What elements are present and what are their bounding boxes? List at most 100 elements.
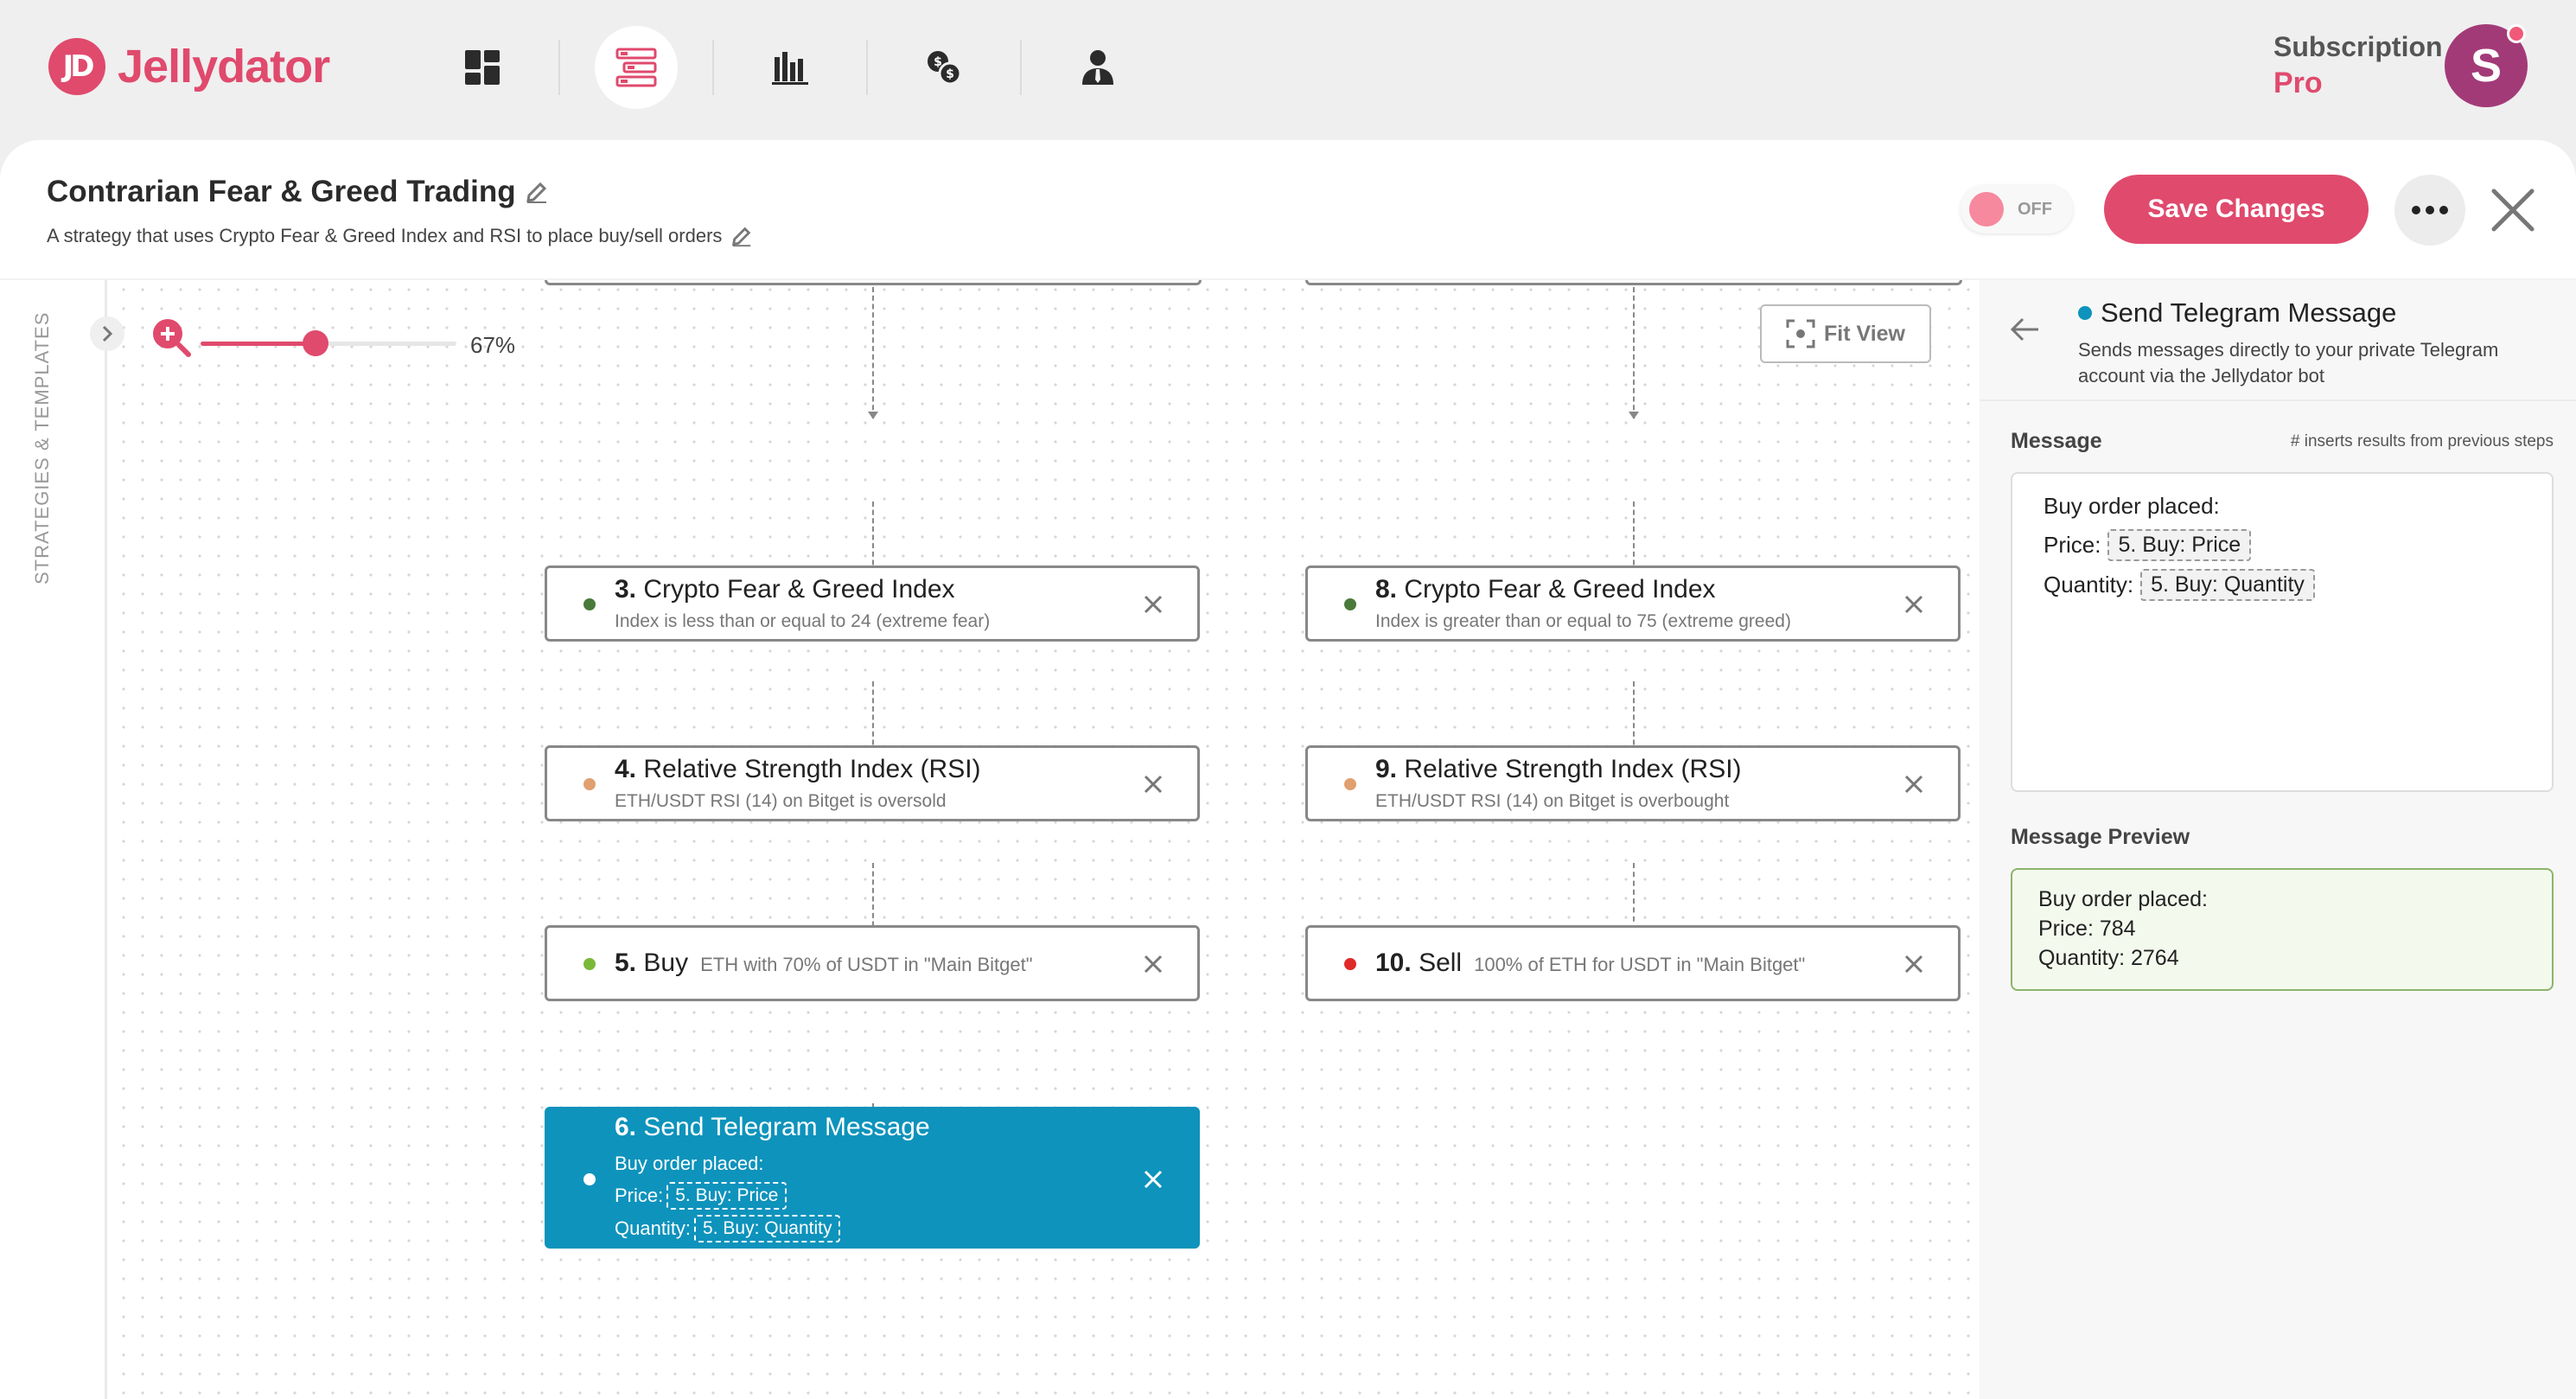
- node-status-dot: [2078, 306, 2092, 320]
- nav-exchange[interactable]: $ $: [902, 26, 985, 109]
- delete-node-button[interactable]: [1903, 953, 1925, 975]
- subscription-plan: Pro: [2273, 67, 2323, 99]
- preview-line: Buy order placed:: [2038, 887, 2208, 911]
- fit-view-button[interactable]: Fit View: [1760, 304, 1931, 363]
- node-title: 8. Crypto Fear & Greed Index: [1375, 575, 1716, 604]
- message-line: Price: 5. Buy: Price: [2044, 529, 2252, 561]
- connector: [1633, 287, 1635, 418]
- app-logo[interactable]: JD Jellydator: [48, 38, 330, 95]
- node-subtitle: Index is greater than or equal to 75 (ex…: [1375, 611, 1791, 631]
- node-status-dot: [1344, 598, 1356, 610]
- delete-node-button[interactable]: [1903, 593, 1925, 616]
- more-icon: [2412, 206, 2448, 214]
- zoom-slider-track[interactable]: [201, 342, 456, 346]
- strategy-node-3[interactable]: 3. Crypto Fear & Greed Index Index is le…: [545, 565, 1200, 642]
- strategy-enable-toggle[interactable]: OFF: [1961, 185, 2073, 233]
- node-title: 5. Buy ETH with 70% of USDT in "Main Bitg…: [615, 949, 1033, 977]
- nav-analytics[interactable]: [749, 26, 832, 109]
- close-icon: [1904, 595, 1923, 614]
- sidebar-label: STRATEGIES & TEMPLATES: [31, 311, 53, 585]
- connector-arrow: [868, 412, 878, 419]
- strategy-description[interactable]: A strategy that uses Crypto Fear & Greed…: [47, 225, 753, 247]
- strategy-editor: Contrarian Fear & Greed Trading A strate…: [0, 140, 2576, 1399]
- variable-chip: 5. Buy: Quantity: [694, 1215, 841, 1242]
- previous-node-edge: [545, 280, 1202, 285]
- delete-node-button[interactable]: [1142, 593, 1164, 616]
- fit-view-icon: [1786, 319, 1815, 348]
- edit-title-icon[interactable]: [525, 180, 549, 204]
- dashboard-icon: [465, 50, 500, 85]
- nav-strategies[interactable]: [595, 26, 678, 109]
- variable-chip[interactable]: 5. Buy: Quantity: [2140, 569, 2315, 601]
- node-status-dot: [583, 1173, 596, 1185]
- node-title: 3. Crypto Fear & Greed Index: [615, 575, 955, 604]
- more-options-button[interactable]: [2394, 175, 2465, 246]
- node-title: 4. Relative Strength Index (RSI): [615, 755, 981, 783]
- nav-dashboard[interactable]: [441, 26, 524, 109]
- close-icon: [1904, 955, 1923, 974]
- save-changes-button[interactable]: Save Changes: [2104, 175, 2369, 244]
- message-editor[interactable]: Buy order placed: Price: 5. Buy: Price Qu…: [2011, 472, 2554, 792]
- expand-sidebar-button[interactable]: [90, 316, 124, 351]
- preview-line: Price: 784: [2038, 917, 2136, 941]
- account-icon: [1082, 50, 1113, 85]
- zoom-slider-handle[interactable]: [303, 330, 329, 356]
- node-status-dot: [1344, 778, 1356, 790]
- node-subtitle: ETH with 70% of USDT in "Main Bitget": [700, 954, 1033, 975]
- strategies-icon: [615, 48, 657, 87]
- close-icon: [1904, 775, 1923, 794]
- delete-node-button[interactable]: [1142, 773, 1164, 795]
- node-status-dot: [1344, 958, 1356, 970]
- arrow-left-icon: [2010, 317, 2038, 342]
- svg-text:$: $: [934, 55, 942, 69]
- strategy-canvas[interactable]: STRATEGIES & TEMPLATES 67% Fit View 3. C…: [0, 280, 1980, 1399]
- delete-node-button[interactable]: [1903, 773, 1925, 795]
- svg-text:$: $: [946, 67, 954, 81]
- message-line: Buy order placed:: [2044, 493, 2220, 519]
- strategy-node-5[interactable]: 5. Buy ETH with 70% of USDT in "Main Bitg…: [545, 925, 1200, 1001]
- node-message-line: Buy order placed:: [615, 1153, 764, 1174]
- strategy-node-6-selected[interactable]: 6. Send Telegram Message Buy order place…: [545, 1107, 1200, 1249]
- node-title: 10. Sell 100% of ETH for USDT in "Main Bi…: [1375, 949, 1806, 977]
- close-icon: [2491, 188, 2535, 232]
- node-message-line: Price: 5. Buy: Price: [615, 1182, 787, 1210]
- strategy-node-4[interactable]: 4. Relative Strength Index (RSI) ETH/USD…: [545, 745, 1200, 821]
- analytics-icon: [772, 52, 808, 85]
- notification-dot: [2507, 24, 2526, 43]
- exchange-icon: $ $: [928, 51, 962, 86]
- message-preview: Buy order placed: Price: 784 Quantity: 2…: [2011, 868, 2554, 991]
- back-button[interactable]: [2009, 316, 2040, 347]
- delete-node-button[interactable]: [1142, 1168, 1164, 1191]
- toggle-label: OFF: [2018, 199, 2052, 219]
- close-icon: [1144, 1170, 1163, 1189]
- nav-divider: [558, 40, 560, 95]
- templates-sidebar[interactable]: STRATEGIES & TEMPLATES: [0, 280, 107, 1399]
- strategy-node-9[interactable]: 9. Relative Strength Index (RSI) ETH/USD…: [1305, 745, 1961, 821]
- nav-divider: [866, 40, 868, 95]
- message-line: Quantity: 5. Buy: Quantity: [2044, 569, 2315, 601]
- logo-mark: JD: [48, 38, 105, 95]
- node-status-dot: [583, 958, 596, 970]
- panel-title: Send Telegram Message: [2101, 297, 2397, 328]
- close-icon: [1144, 775, 1163, 794]
- subscription-info[interactable]: Subscription Pro: [2273, 31, 2443, 100]
- edit-description-icon[interactable]: [730, 225, 753, 247]
- delete-node-button[interactable]: [1142, 953, 1164, 975]
- node-status-dot: [583, 778, 596, 790]
- variable-chip[interactable]: 5. Buy: Price: [2107, 529, 2252, 561]
- chevron-right-icon: [102, 325, 113, 342]
- close-editor-button[interactable]: [2488, 185, 2538, 235]
- nav-account[interactable]: [1056, 26, 1139, 109]
- zoom-in-button[interactable]: [150, 316, 192, 362]
- close-icon: [1144, 595, 1163, 614]
- node-title: 9. Relative Strength Index (RSI): [1375, 755, 1742, 783]
- panel-description: Sends messages directly to your private …: [2078, 339, 2499, 386]
- strategy-title[interactable]: Contrarian Fear & Greed Trading: [47, 175, 549, 209]
- variable-chip: 5. Buy: Price: [666, 1182, 787, 1210]
- preview-line: Quantity: 2764: [2038, 946, 2179, 970]
- node-settings-panel: Send Telegram Message Sends messages dir…: [1980, 280, 2576, 1399]
- strategy-node-8[interactable]: 8. Crypto Fear & Greed Index Index is gr…: [1305, 565, 1961, 642]
- strategy-node-10[interactable]: 10. Sell 100% of ETH for USDT in "Main Bi…: [1305, 925, 1961, 1001]
- main-nav: $ $: [441, 24, 1139, 111]
- message-label: Message: [2011, 429, 2102, 453]
